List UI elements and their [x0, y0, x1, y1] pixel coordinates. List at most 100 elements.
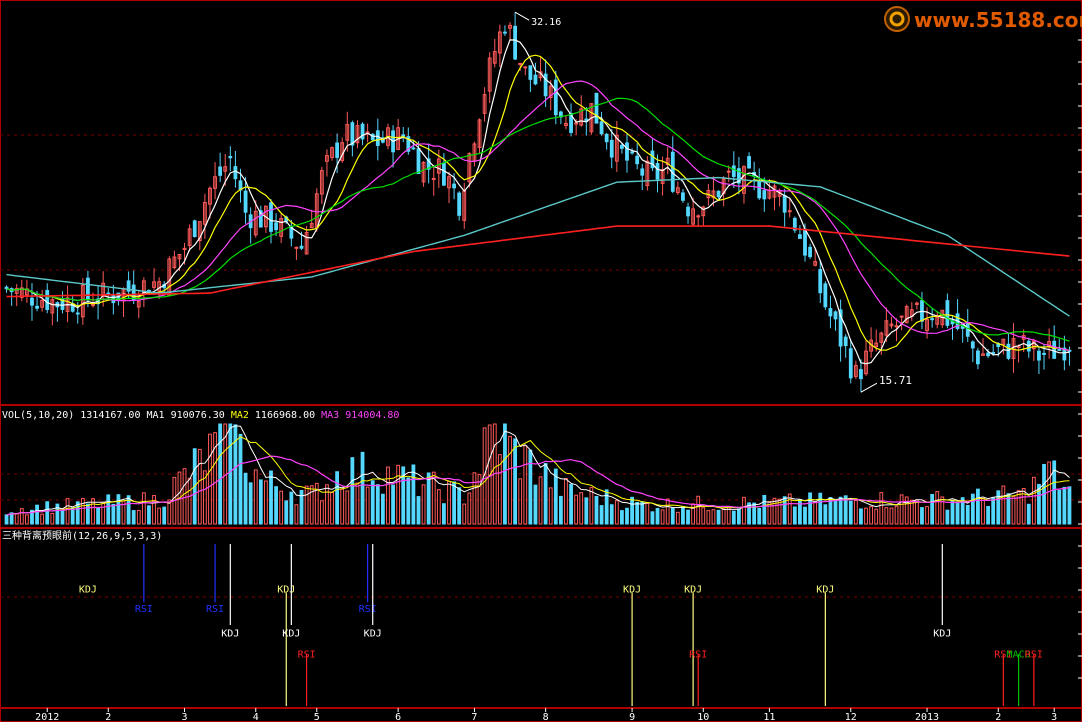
- volume-bar[interactable]: [147, 505, 151, 525]
- candle[interactable]: [218, 166, 223, 176]
- volume-bar[interactable]: [950, 499, 955, 525]
- candle[interactable]: [452, 183, 456, 189]
- candle[interactable]: [594, 92, 599, 124]
- volume-bar[interactable]: [716, 509, 721, 525]
- candle[interactable]: [528, 65, 533, 80]
- candle[interactable]: [625, 142, 629, 161]
- candle[interactable]: [848, 348, 853, 379]
- candle[interactable]: [640, 168, 645, 176]
- candle[interactable]: [442, 162, 446, 186]
- candle[interactable]: [731, 165, 736, 177]
- candle[interactable]: [986, 352, 990, 357]
- candle[interactable]: [299, 245, 304, 249]
- volume-bar[interactable]: [350, 457, 355, 525]
- volume-bar[interactable]: [986, 505, 990, 525]
- stock-chart[interactable]: www.55188.com 32.16 15.71 KDJ RSI RSI KDJ KDJ…: [0, 0, 1082, 722]
- volume-bar[interactable]: [35, 504, 39, 525]
- volume-bar[interactable]: [1067, 486, 1072, 525]
- volume-bar[interactable]: [111, 503, 116, 525]
- volume-bar[interactable]: [823, 504, 828, 525]
- candle[interactable]: [630, 151, 634, 154]
- candle[interactable]: [747, 156, 751, 169]
- candle[interactable]: [757, 180, 762, 199]
- volume-bar[interactable]: [584, 497, 589, 525]
- candle[interactable]: [808, 246, 812, 258]
- candle[interactable]: [523, 66, 528, 69]
- volume-bar[interactable]: [274, 486, 278, 525]
- volume-bar[interactable]: [594, 495, 599, 525]
- volume-bar[interactable]: [630, 496, 634, 525]
- candle[interactable]: [599, 121, 604, 135]
- volume-bar[interactable]: [859, 508, 863, 525]
- candle[interactable]: [131, 284, 136, 301]
- candle[interactable]: [533, 74, 538, 85]
- volume-bar[interactable]: [238, 433, 243, 525]
- candle[interactable]: [655, 162, 660, 180]
- candle[interactable]: [716, 190, 721, 198]
- volume-bar[interactable]: [60, 510, 65, 525]
- volume-bar[interactable]: [848, 500, 853, 525]
- volume-bar[interactable]: [411, 464, 416, 525]
- candle[interactable]: [45, 290, 50, 310]
- volume-bar[interactable]: [620, 510, 624, 525]
- volume-bar[interactable]: [543, 463, 548, 525]
- candle[interactable]: [411, 147, 416, 150]
- candle[interactable]: [620, 144, 624, 149]
- candle[interactable]: [762, 190, 767, 200]
- volume-bar[interactable]: [96, 507, 100, 525]
- candle[interactable]: [782, 195, 787, 213]
- volume-bar[interactable]: [289, 491, 294, 525]
- candle[interactable]: [823, 283, 828, 308]
- volume-bar[interactable]: [416, 496, 421, 525]
- volume-bar[interactable]: [1057, 489, 1062, 525]
- candle[interactable]: [335, 142, 340, 158]
- candle[interactable]: [243, 190, 248, 213]
- volume-bar[interactable]: [370, 480, 375, 525]
- candle[interactable]: [726, 170, 731, 173]
- candle[interactable]: [1057, 348, 1062, 351]
- volume-bar[interactable]: [569, 484, 573, 525]
- candle[interactable]: [269, 202, 273, 232]
- volume-bar[interactable]: [106, 494, 111, 525]
- candle[interactable]: [894, 325, 899, 328]
- volume-bar[interactable]: [4, 514, 9, 525]
- candle[interactable]: [503, 31, 507, 34]
- volume-bar[interactable]: [162, 506, 167, 525]
- volume-bar[interactable]: [991, 497, 996, 525]
- candle[interactable]: [30, 297, 34, 306]
- volume-bar[interactable]: [452, 481, 456, 525]
- volume-bar[interactable]: [640, 501, 645, 525]
- volume-bar[interactable]: [284, 500, 289, 525]
- volume-bar[interactable]: [406, 477, 411, 525]
- volume-bar[interactable]: [976, 488, 980, 525]
- candle[interactable]: [513, 25, 518, 60]
- volume-bar[interactable]: [650, 511, 655, 525]
- candle[interactable]: [192, 220, 197, 237]
- candle[interactable]: [274, 222, 278, 231]
- volume-bar[interactable]: [1062, 486, 1067, 525]
- volume-bar[interactable]: [558, 495, 563, 525]
- volume-bar[interactable]: [818, 492, 823, 525]
- volume-bar[interactable]: [604, 489, 609, 525]
- volume-bar[interactable]: [833, 499, 838, 525]
- volume-bar[interactable]: [920, 507, 924, 525]
- volume-bar[interactable]: [70, 507, 75, 525]
- volume-bar[interactable]: [838, 496, 843, 525]
- candle[interactable]: [35, 305, 39, 309]
- volume-bar[interactable]: [335, 471, 340, 525]
- candle[interactable]: [930, 318, 935, 321]
- candle[interactable]: [86, 277, 90, 301]
- candle[interactable]: [696, 215, 701, 218]
- volume-bar[interactable]: [45, 501, 50, 525]
- candle[interactable]: [294, 246, 299, 249]
- volume-bar[interactable]: [380, 493, 385, 525]
- volume-bar[interactable]: [55, 503, 60, 525]
- candle[interactable]: [553, 79, 558, 116]
- candle[interactable]: [1052, 340, 1057, 359]
- candle[interactable]: [859, 369, 863, 380]
- volume-bar[interactable]: [686, 509, 690, 525]
- candle[interactable]: [375, 130, 380, 146]
- volume-bar[interactable]: [792, 506, 797, 525]
- volume-bar[interactable]: [442, 503, 446, 525]
- candle[interactable]: [228, 155, 233, 159]
